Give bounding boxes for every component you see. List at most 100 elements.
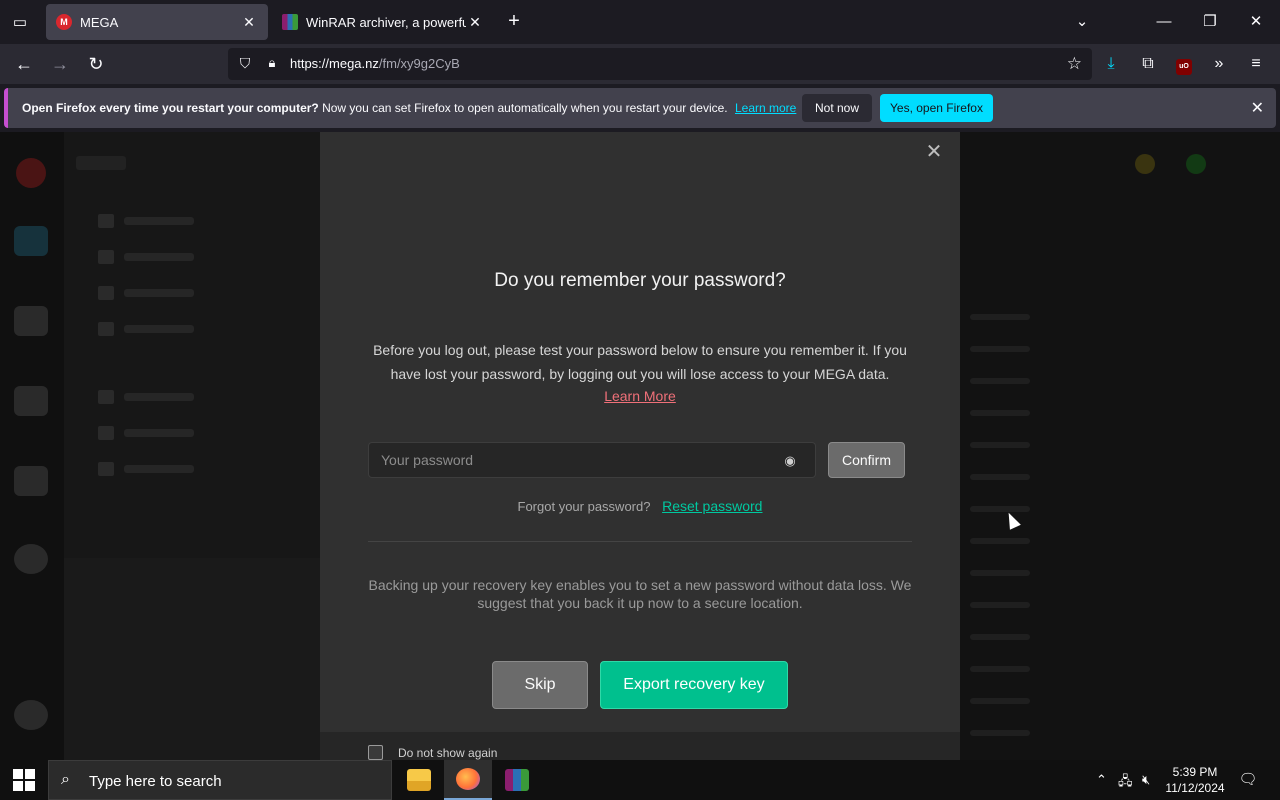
tree-row <box>98 322 258 336</box>
taskbar-search-box[interactable]: ⌕ Type here to search <box>48 760 392 800</box>
file-row <box>970 506 1030 512</box>
show-password-eye-icon[interactable]: ◉ <box>781 452 799 470</box>
forward-icon[interactable]: → <box>47 51 73 77</box>
downloads-icon[interactable]: ⤓ <box>1098 51 1124 77</box>
close-tab-icon[interactable]: ✕ <box>466 14 484 31</box>
taskbar-clock[interactable]: 5:39 PM 11/12/2024 <box>1162 764 1228 796</box>
windows-taskbar: ⌕ Type here to search ⌃ 🖧︎ 🔇︎ 5:39 PM 11… <box>0 760 1280 800</box>
notification-dot-icon <box>1135 154 1155 174</box>
shared-nav-icon <box>14 544 48 574</box>
tree-row <box>98 426 258 440</box>
tab-winrar[interactable]: WinRAR archiver, a powerful to ✕ <box>272 4 494 40</box>
transfers-panel <box>64 558 320 760</box>
restore-icon[interactable]: ❐ <box>1198 10 1222 34</box>
yes-open-firefox-button[interactable]: Yes, open Firefox <box>880 94 993 122</box>
export-recovery-key-button[interactable]: Export recovery key <box>600 661 788 709</box>
file-row <box>970 634 1030 640</box>
settings-nav-icon <box>14 700 48 730</box>
tab-title: MEGA <box>80 14 119 30</box>
mega-logo-icon <box>16 158 46 188</box>
notification-learn-more-link[interactable]: Learn more <box>735 101 796 115</box>
clock-time: 5:39 PM <box>1172 765 1218 779</box>
learn-more-row: Learn More <box>320 388 960 404</box>
skip-button[interactable]: Skip <box>492 661 588 709</box>
chat-nav-icon <box>14 386 48 416</box>
dialog-description: Before you log out, please test your pas… <box>373 342 907 382</box>
url-bar[interactable]: ⛉ 🔒︎ https://mega.nz/fm/xy9g2CyB ☆ <box>228 48 1092 80</box>
notification-bold-text: Open Firefox every time you restart your… <box>22 101 319 115</box>
file-explorer-taskbar-icon[interactable] <box>395 760 443 800</box>
more-tools-icon[interactable]: » <box>1206 51 1232 77</box>
learn-more-link[interactable]: Learn More <box>604 388 676 404</box>
mega-favicon-icon: M <box>56 14 72 30</box>
tree-row <box>98 462 258 476</box>
tab-strip: ▭ M MEGA ✕ WinRAR archiver, a powerful t… <box>0 0 1280 44</box>
file-row <box>970 666 1030 672</box>
app-menu-icon[interactable]: ≡ <box>1243 51 1269 77</box>
do-not-show-again-label: Do not show again <box>398 746 498 760</box>
search-icon: ⌕ <box>61 771 70 788</box>
nav-bar: ← → ↻ ⛉ 🔒︎ https://mega.nz/fm/xy9g2CyB ☆… <box>0 44 1280 84</box>
clock-date: 11/12/2024 <box>1165 781 1225 795</box>
show-hidden-icons-chevron-icon[interactable]: ⌃ <box>1096 772 1107 788</box>
new-tab-icon[interactable]: + <box>502 10 526 34</box>
close-dialog-icon[interactable]: ✕ <box>922 140 946 164</box>
tab-title: WinRAR archiver, a powerful to <box>306 14 466 30</box>
reset-password-link[interactable]: Reset password <box>662 498 762 514</box>
status-dot-icon <box>1186 154 1206 174</box>
tree-row <box>98 390 258 404</box>
close-notification-icon[interactable]: ✕ <box>1251 98 1264 118</box>
file-row <box>970 698 1030 704</box>
close-tab-icon[interactable]: ✕ <box>240 14 258 31</box>
volume-muted-icon[interactable]: 🔇︎ <box>1142 772 1150 788</box>
extensions-icon[interactable]: ⧉ <box>1135 51 1161 77</box>
file-row <box>970 602 1030 608</box>
photos-nav-icon <box>14 306 48 336</box>
winrar-taskbar-icon[interactable] <box>493 760 541 800</box>
password-reminder-dialog: ✕ Do you remember your password? Before … <box>320 132 960 760</box>
password-input[interactable] <box>369 443 769 477</box>
close-window-icon[interactable]: ✕ <box>1244 10 1268 34</box>
drive-nav-icon <box>14 226 48 256</box>
mega-folder-tree <box>64 132 320 760</box>
dialog-title: Do you remember your password? <box>494 270 786 291</box>
file-row <box>970 314 1030 320</box>
windows-start-icon[interactable] <box>8 768 40 792</box>
backup-recovery-text: Backing up your recovery key enables you… <box>368 577 912 611</box>
url-host: https://mega.nz <box>290 56 379 71</box>
tree-header <box>76 156 126 170</box>
file-row <box>970 474 1030 480</box>
winrar-favicon-icon <box>282 14 298 30</box>
back-icon[interactable]: ← <box>11 51 37 77</box>
mega-left-rail <box>0 132 64 760</box>
forgot-password-text: Forgot your password? <box>517 499 651 514</box>
file-row <box>970 570 1030 576</box>
minimize-icon[interactable]: — <box>1152 10 1176 34</box>
tracking-shield-icon[interactable]: ⛉ <box>236 55 254 73</box>
dialog-footer: Do not show again <box>320 732 960 760</box>
not-now-button[interactable]: Not now <box>802 94 872 122</box>
file-row <box>970 346 1030 352</box>
do-not-show-again-checkbox[interactable] <box>368 745 383 760</box>
tree-row <box>98 286 258 300</box>
list-all-tabs-icon[interactable]: ⌄ <box>1070 10 1094 34</box>
url-text[interactable]: https://mega.nz/fm/xy9g2CyB <box>290 56 460 71</box>
confirm-button[interactable]: Confirm <box>828 442 905 478</box>
lock-icon[interactable]: 🔒︎ <box>264 55 280 73</box>
ublock-origin-icon[interactable]: uO <box>1171 51 1197 77</box>
url-path: /fm/xy9g2CyB <box>378 56 460 71</box>
password-field[interactable]: ◉ <box>368 442 816 478</box>
tree-row <box>98 214 258 228</box>
file-row <box>970 378 1030 384</box>
tab-mega[interactable]: M MEGA ✕ <box>46 4 268 40</box>
meetings-nav-icon <box>14 466 48 496</box>
notification-message: Open Firefox every time you restart your… <box>22 101 796 115</box>
divider <box>368 541 912 542</box>
network-icon[interactable]: 🖧︎ <box>1118 772 1133 794</box>
reload-icon[interactable]: ↻ <box>83 51 109 77</box>
tab-list-icon[interactable]: ▭ <box>6 8 34 36</box>
action-center-icon[interactable]: 🗨︎ <box>1238 770 1258 790</box>
file-row <box>970 410 1030 416</box>
bookmark-star-icon[interactable]: ☆ <box>1067 54 1082 74</box>
firefox-taskbar-icon[interactable] <box>444 760 492 800</box>
